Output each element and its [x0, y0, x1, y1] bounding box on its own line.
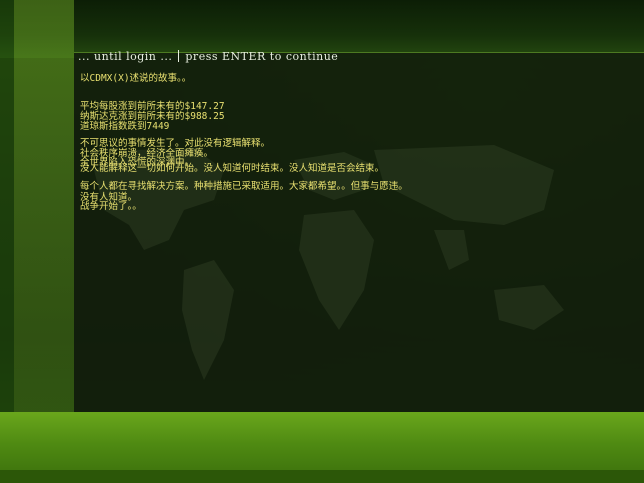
- continue-text[interactable]: press ENTER to continue: [185, 50, 338, 63]
- login-prompt[interactable]: ... until login ... press ENTER to contin…: [78, 50, 638, 66]
- left-decor-stripe: [14, 0, 74, 483]
- terminal-story-line: 没人能解释这一切如何开始。没人知道何时结束。没人知道是否会结束。: [80, 163, 385, 174]
- terminal-stat-line: 道琼斯指数跌到7449: [80, 121, 170, 132]
- wait-text: ... until login ...: [78, 50, 173, 63]
- left-edge-stripe: [0, 0, 14, 483]
- bottom-dark-strip: [0, 470, 644, 483]
- terminal-intro-line: 以CDMX(X)述说的故事。。: [80, 73, 192, 84]
- terminal-story-line: 每个人都在寻找解决方案。种种措施已采取适用。大家都希望。。但事与愿违。: [80, 181, 408, 192]
- terminal-story-line: 战争开始了。。: [80, 201, 142, 212]
- prompt-separator: [178, 50, 180, 62]
